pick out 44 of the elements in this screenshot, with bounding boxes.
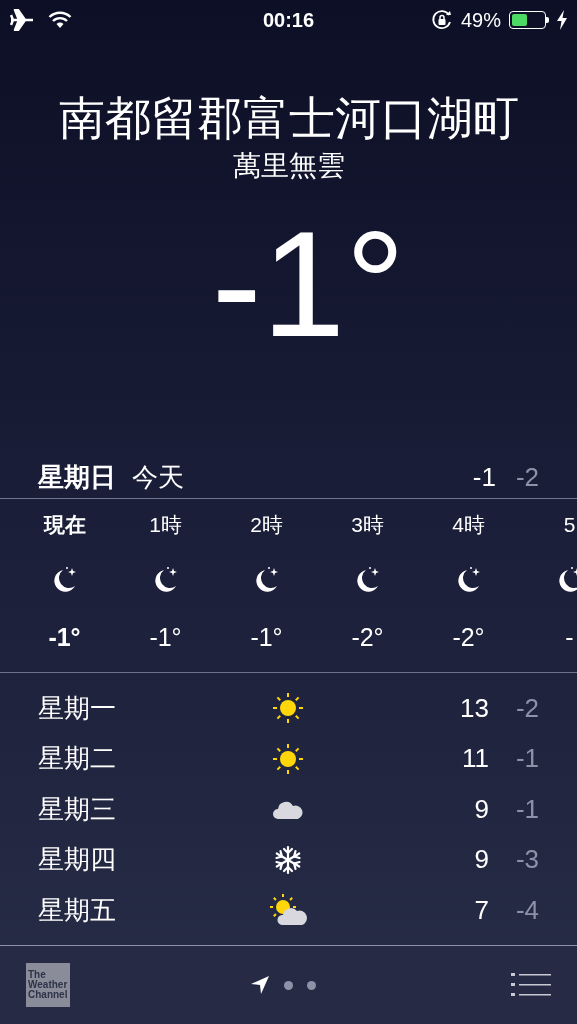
sun-icon	[271, 691, 305, 726]
hour-temperature: -1°	[48, 622, 81, 653]
high-temperature: 11	[462, 742, 489, 776]
high-temperature: 7	[474, 893, 489, 927]
city-name: 南都留郡富士河口湖町	[58, 91, 519, 146]
clock-time: 00:16	[262, 8, 315, 33]
sun-icon	[271, 741, 305, 776]
weekday: 星期四	[38, 843, 117, 877]
hour-temperature: -1°	[149, 622, 182, 653]
low-temperature: -2	[515, 460, 539, 494]
today-label: 今天	[132, 460, 184, 494]
high-temperature: -1	[472, 460, 496, 494]
snowflake-icon	[274, 844, 302, 875]
hour-temperature: -	[565, 622, 574, 653]
sun-behind-cloud-icon	[268, 894, 308, 927]
high-temperature: 13	[460, 691, 489, 725]
low-temperature: -1	[514, 792, 539, 826]
current-temperature: -1°	[211, 204, 406, 364]
weekday: 星期二	[38, 742, 117, 776]
hour-label: 4時	[452, 512, 485, 538]
hour-label: 現在	[43, 512, 86, 538]
hour-label: 1時	[149, 512, 182, 538]
battery-icon	[509, 11, 549, 29]
weather-channel-logo[interactable]: The Weather Channel	[26, 963, 70, 1007]
weekday: 星期三	[38, 792, 117, 826]
location-arrow-icon[interactable]	[249, 975, 270, 995]
low-temperature: -3	[514, 843, 539, 877]
hour-temperature: -2°	[351, 622, 384, 653]
hour-label: 2時	[250, 512, 283, 538]
hour-label: 5	[563, 512, 576, 538]
hour-temperature: -2°	[452, 622, 485, 653]
hour-label: 3時	[351, 512, 384, 538]
high-temperature: 9	[474, 843, 489, 877]
low-temperature: -4	[514, 893, 539, 927]
today-weekday: 星期日	[38, 460, 116, 494]
hour-temperature: -1°	[250, 622, 283, 653]
list-icon[interactable]	[511, 971, 551, 999]
weekday: 星期五	[38, 893, 117, 927]
low-temperature: -2	[514, 691, 539, 725]
low-temperature: -1	[514, 742, 539, 776]
high-temperature: 9	[474, 792, 489, 826]
battery-percentage: 49%	[460, 8, 501, 33]
weekday: 星期一	[38, 691, 117, 725]
weather-condition: 萬里無雲	[232, 149, 345, 183]
